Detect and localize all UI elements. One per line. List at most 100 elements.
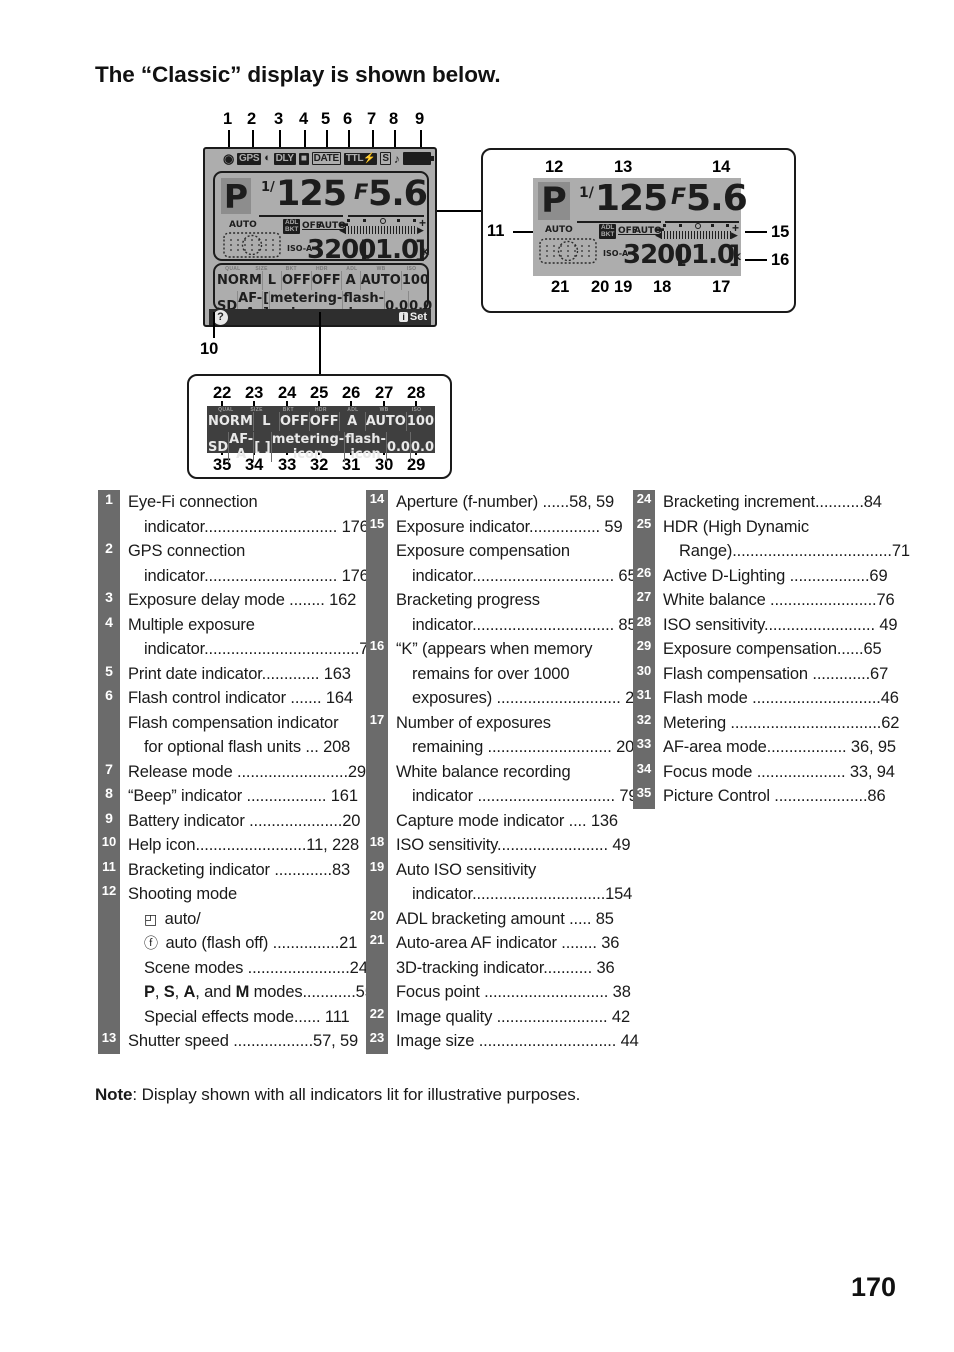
- top-number-5: 5: [321, 110, 331, 128]
- detail-row1-cell-5[interactable]: AUTO: [366, 412, 407, 431]
- legend-badge-3: 3: [98, 588, 120, 613]
- lcd-icon-bar: ◉ GPS ◐ DLY ■ DATE TTL⚡ S ♪: [223, 152, 434, 165]
- callout-number-20: 20: [591, 278, 610, 296]
- legend-text-15: Exposure indicator................ 59 Exp…: [388, 515, 637, 638]
- legend-line: for optional flash units ... 208: [144, 738, 351, 756]
- legend-badge-1: 1: [98, 490, 120, 539]
- legend-text-34: Focus mode .................... 33, 94: [655, 760, 895, 785]
- legend-text-25: HDR (High Dynamic Range).................…: [655, 515, 910, 564]
- legend-badge-19: 19: [366, 857, 388, 907]
- legend-badge-21: 21: [366, 931, 388, 1005]
- legend-line: Image quality ......................... …: [396, 1007, 630, 1026]
- legend-line: indicator...............................…: [412, 615, 637, 634]
- bracket-open: [: [360, 236, 371, 264]
- legend-text-30: Flash compensation .............67: [655, 662, 888, 687]
- detail-row1-cell-2[interactable]: OFF: [280, 412, 310, 431]
- callout-af-auto: AUTO: [545, 225, 573, 235]
- detail-row1-cell-6[interactable]: 100: [407, 412, 434, 431]
- leader-16: [745, 259, 767, 261]
- legend-item-2: 2 GPS connection indicator................…: [98, 539, 369, 588]
- legend-item-18: 18 ISO sensitivity.......................…: [366, 833, 631, 858]
- release-mode-icon: S: [380, 152, 391, 165]
- callout-number-14: 14: [712, 158, 731, 176]
- quick-settings-row-2: SDAF-A[ ]metering-iconflash-icon0.00.0: [217, 291, 432, 321]
- legend-badge-24: 24: [633, 490, 655, 515]
- callout-number-12: 12: [545, 158, 564, 176]
- date-icon: DATE: [311, 152, 341, 165]
- legend-item-23: 23 Image size ...........................…: [366, 1029, 639, 1054]
- quick-row1-cell-2[interactable]: OFF: [282, 271, 312, 290]
- legend-item-8: 8 “Beep” indicator .................. 161: [98, 784, 363, 809]
- quick-row1-cell-1[interactable]: L: [263, 271, 282, 290]
- legend-item-10: 10 Help icon.........................11, …: [98, 833, 363, 858]
- legend-item-27: 27 White balance ........................…: [633, 588, 898, 613]
- detail-row1-cell-4[interactable]: A: [340, 412, 366, 431]
- callout-shutter-underline: [577, 221, 661, 223]
- legend-line: Flash mode .............................…: [663, 689, 899, 707]
- legend-badge-32: 32: [633, 710, 655, 735]
- top-number-3: 3: [274, 110, 284, 128]
- callout-exposures-value: 1.0: [691, 240, 735, 270]
- legend-text-31: Flash mode .............................…: [655, 686, 899, 711]
- manual-page: The “Classic” display is shown below. 12…: [0, 0, 954, 1352]
- adl-bkt-indicator: ADL BKT: [283, 219, 301, 234]
- legend-item-29: 29 Exposure compensation......65: [633, 637, 898, 662]
- legend-badge-9: 9: [98, 808, 120, 833]
- note-label: Note: [95, 1085, 133, 1104]
- legend-line: Exposure indicator................ 59: [396, 517, 623, 536]
- detail-row1-cell-1[interactable]: L: [254, 412, 280, 431]
- legend-text-9: Battery indicator .....................2…: [120, 809, 360, 834]
- legend-badge-11: 11: [98, 857, 120, 882]
- legend-item-11: 11 Bracketing indicator .............83: [98, 857, 363, 882]
- detail-row2-cell-0[interactable]: SD: [208, 432, 230, 462]
- quick-row1-cell-4[interactable]: A: [342, 271, 361, 290]
- detail-row2-cell-4[interactable]: flash-icon: [345, 432, 387, 462]
- quick-row1-cell-5[interactable]: AUTO: [361, 271, 402, 290]
- help-icon[interactable]: ?: [213, 309, 228, 325]
- legend-badge-33: 33: [633, 735, 655, 760]
- quick-row1-cell-0[interactable]: NORM: [217, 271, 263, 290]
- detail-row2-cell-6[interactable]: 0.0: [411, 432, 434, 462]
- detail-row-1: NORM L OFF OFF A AUTO 100: [208, 412, 434, 431]
- callout-focus-array-icon: [539, 238, 597, 264]
- focus-point-array-icon: [223, 232, 281, 258]
- aperture-value: 5.6: [368, 174, 428, 214]
- legend-line: ISO sensitivity.........................…: [663, 615, 898, 634]
- legend-badge-5: 5: [98, 661, 120, 686]
- legend-line: indicator.............................. …: [144, 566, 369, 585]
- callout-number-21: 21: [551, 278, 570, 296]
- top-number-9: 9: [415, 110, 425, 128]
- legend-line: 3D-tracking indicator........... 36: [396, 958, 615, 977]
- legend-line: Active D-Lighting ..................69: [663, 566, 888, 585]
- detail-row2-cell-1[interactable]: AF-A: [229, 432, 255, 462]
- detail-row2-cell-2[interactable]: [ ]: [254, 432, 272, 462]
- legend-line: remains for over 1000: [412, 664, 570, 683]
- legend-text-29: Exposure compensation......65: [655, 637, 882, 662]
- exposure-delay-icon: ◐: [264, 152, 271, 164]
- legend-line: Auto ISO sensitivity: [396, 860, 537, 879]
- legend-line: Multiple exposure: [128, 615, 255, 634]
- set-label[interactable]: i Set: [399, 311, 427, 323]
- legend-item-4: 4 Multiple exposure indicator.............…: [98, 612, 378, 662]
- detail-row2-cell-5[interactable]: 0.0: [387, 432, 411, 462]
- flash-off-icon: ⓕ: [144, 935, 158, 951]
- legend-item-9: 9 Battery indicator .....................…: [98, 808, 363, 834]
- detail-row1-cell-0[interactable]: NORM: [208, 412, 254, 431]
- legend-line: indicator ..............................…: [412, 787, 638, 805]
- top-number-4: 4: [299, 110, 309, 128]
- quick-row1-cell-6[interactable]: 100: [402, 271, 429, 290]
- legend-line: Aperture (f-number) ......58, 59: [396, 493, 615, 511]
- legend-column-3: 24 Bracketing increment...........84 25 HDR…: [633, 490, 910, 809]
- legend-column-2: 14 Aperture (f-number) ......58, 59 15 Expo…: [366, 490, 643, 1054]
- legend-text-13: Shutter speed ..................57, 59: [120, 1029, 358, 1054]
- legend-line: P, S, A, and M modes............55: [144, 983, 374, 1001]
- quick-row1-cell-3[interactable]: OFF: [312, 271, 342, 290]
- callout-number-15: 15: [771, 223, 790, 241]
- detail-row2-cell-3[interactable]: metering-icon: [272, 432, 346, 462]
- detail-row1-cell-3[interactable]: OFF: [310, 412, 340, 431]
- legend-line: Bracketing indicator .............83: [128, 860, 351, 879]
- legend-line: Shooting mode: [128, 885, 238, 903]
- legend-item-33: 33 AF-area mode.................. 36, 95: [633, 735, 898, 760]
- callout-shutter-prefix: 1/: [579, 185, 594, 201]
- legend-line: Eye-Fi connection: [128, 493, 258, 511]
